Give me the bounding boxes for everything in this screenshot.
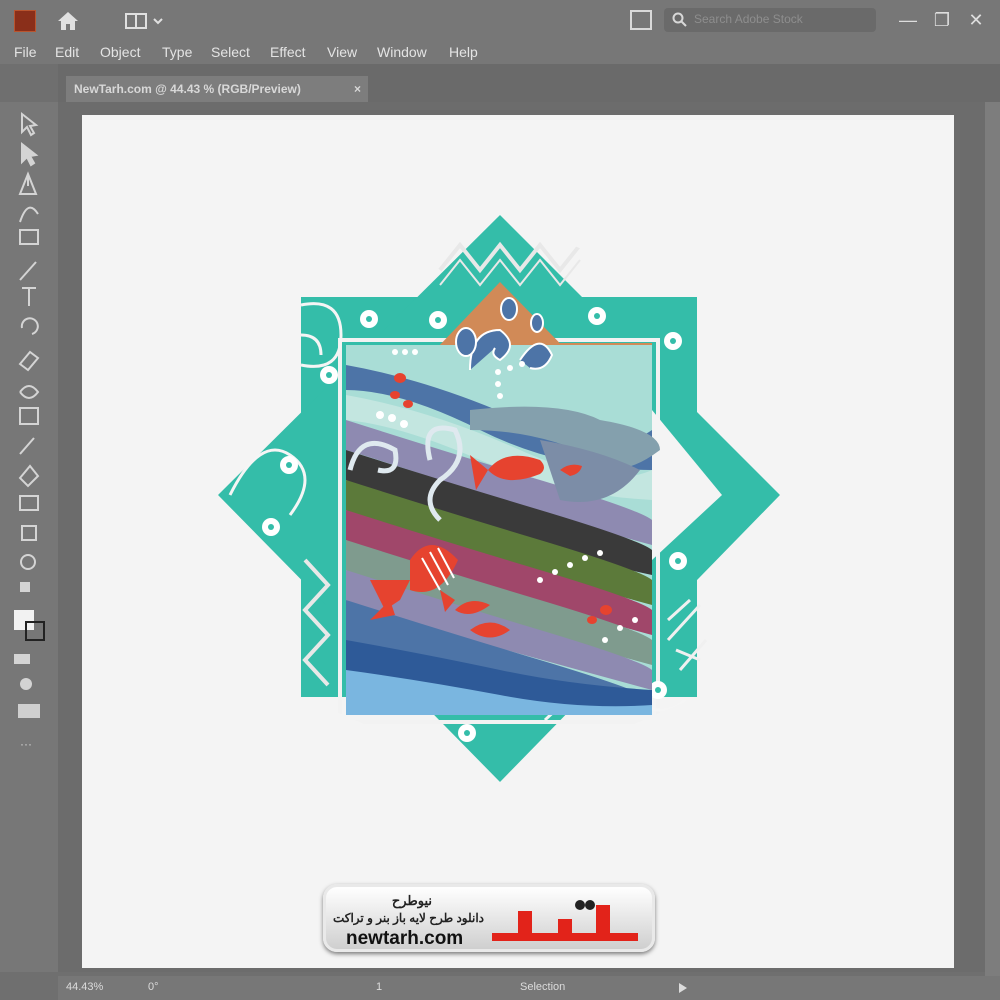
- curvature-tool-icon[interactable]: [19, 206, 39, 223]
- status-bar: 44.43% 0° 1 Selection: [58, 976, 1000, 1000]
- rectangle-tool-icon[interactable]: [19, 229, 39, 245]
- artboard[interactable]: [82, 115, 954, 968]
- width-tool-icon[interactable]: [19, 385, 40, 399]
- document-tab-bar: NewTarh.com @ 44.43 % (RGB/Preview) ×: [58, 64, 1000, 102]
- tools-panel: ···: [0, 102, 58, 972]
- menu-type[interactable]: Type: [162, 44, 192, 60]
- vertical-scrollbar[interactable]: [985, 102, 1000, 976]
- brand-name-fa: نیوطرح: [391, 893, 432, 908]
- star-artwork[interactable]: [82, 115, 954, 968]
- pen-tool-icon[interactable]: [18, 171, 38, 195]
- brand-tagline: دانلود طرح لایه باز بنر و تراکت: [332, 911, 484, 925]
- maximize-button[interactable]: ❐: [928, 6, 956, 34]
- eraser-tool-icon[interactable]: [18, 350, 40, 372]
- home-icon[interactable]: [56, 10, 80, 32]
- paintbrush-tool-icon[interactable]: [19, 261, 37, 281]
- menu-effect[interactable]: Effect: [270, 44, 306, 60]
- document-tab-title: NewTarh.com @ 44.43 % (RGB/Preview): [74, 82, 301, 96]
- draw-mode-icon[interactable]: [20, 678, 32, 690]
- search-placeholder: Search Adobe Stock: [694, 12, 803, 26]
- artboard-navigation[interactable]: 1: [376, 981, 382, 993]
- default-colors-icon[interactable]: [20, 582, 30, 592]
- arrange-documents-icon[interactable]: [124, 11, 168, 31]
- screen-mode-icon[interactable]: [18, 704, 40, 718]
- menu-help[interactable]: Help: [449, 44, 478, 60]
- current-tool-name[interactable]: Selection: [520, 981, 565, 993]
- zoom-tool-icon[interactable]: [20, 554, 36, 570]
- eyedropper-tool-icon[interactable]: [19, 437, 35, 455]
- panel-layout-icon[interactable]: [630, 10, 652, 30]
- tools-icons: ···: [14, 111, 45, 751]
- fill-swatch[interactable]: [14, 610, 34, 630]
- menu-select[interactable]: Select: [211, 44, 250, 60]
- app-logo-icon[interactable]: [14, 10, 36, 32]
- free-transform-tool-icon[interactable]: [19, 407, 39, 425]
- gradient-tool-icon[interactable]: [19, 495, 39, 511]
- color-mode-icon[interactable]: [14, 654, 30, 664]
- document-tab[interactable]: NewTarh.com @ 44.43 % (RGB/Preview) ×: [66, 76, 368, 102]
- watermark-badge: نیوطرح دانلود طرح لایه باز بنر و تراکت n…: [323, 884, 655, 952]
- menu-object[interactable]: Object: [100, 44, 140, 60]
- direct-selection-tool-icon[interactable]: [21, 141, 39, 167]
- brand-domain: newtarh.com: [346, 928, 464, 949]
- close-tab-icon[interactable]: ×: [354, 82, 361, 96]
- play-icon[interactable]: [678, 982, 688, 994]
- edit-toolbar-icon[interactable]: ···: [20, 737, 32, 751]
- minimize-button[interactable]: —: [894, 6, 922, 34]
- search-icon: [672, 12, 687, 27]
- zoom-level[interactable]: 44.43%: [66, 981, 103, 993]
- artboard-tool-icon[interactable]: [21, 525, 37, 541]
- menu-edit[interactable]: Edit: [55, 44, 79, 60]
- type-tool-icon[interactable]: [22, 287, 36, 306]
- menu-file[interactable]: File: [14, 44, 37, 60]
- rotate-view-angle[interactable]: 0°: [148, 981, 159, 993]
- close-button[interactable]: ✕: [962, 6, 990, 34]
- menu-window[interactable]: Window: [377, 44, 427, 60]
- rotate-tool-icon[interactable]: [20, 317, 39, 335]
- search-input[interactable]: Search Adobe Stock: [664, 8, 876, 32]
- shape-builder-tool-icon[interactable]: [18, 464, 40, 488]
- selection-tool-icon[interactable]: [21, 111, 39, 137]
- title-bar: Search Adobe Stock — ❐ ✕: [0, 0, 1000, 42]
- brand-logo-icon: [492, 900, 638, 941]
- menu-view[interactable]: View: [327, 44, 357, 60]
- menu-bar: File Edit Object Type Select Effect View…: [0, 42, 1000, 64]
